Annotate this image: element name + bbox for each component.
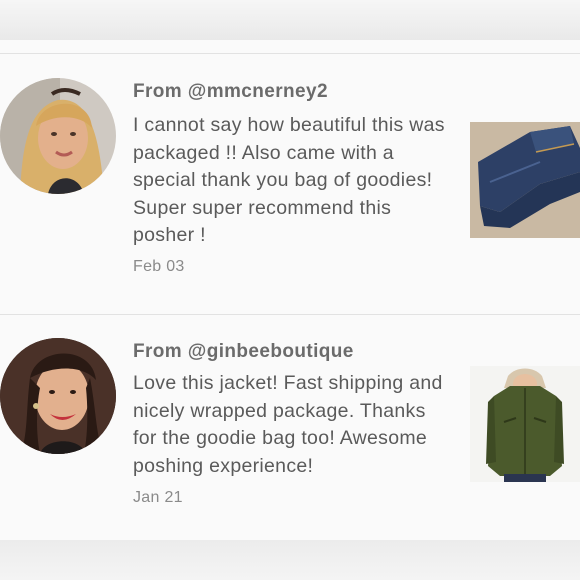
review-text: Love this jacket! Fast shipping and nice… [133, 372, 443, 477]
reviewer-avatar[interactable] [0, 78, 116, 194]
divider [0, 314, 580, 315]
reviewer-handle[interactable]: From @mmcnerney2 [133, 81, 328, 103]
reviews-card: From @mmcnerney2 I cannot say how beauti… [0, 40, 580, 540]
review-text: I cannot say how beautiful this was pack… [133, 114, 445, 246]
reviewer-handle[interactable]: From @ginbeeboutique [133, 341, 354, 363]
review-item: From @ginbeeboutique Love this jacket! F… [0, 338, 580, 538]
divider [0, 53, 580, 54]
product-thumbnail[interactable] [470, 366, 580, 482]
review-date: Jan 21 [133, 489, 183, 506]
review-item: From @mmcnerney2 I cannot say how beauti… [0, 78, 580, 308]
review-date: Feb 03 [133, 258, 185, 275]
bottom-background [0, 540, 580, 580]
top-background [0, 0, 580, 40]
reviewer-avatar[interactable] [0, 338, 116, 454]
product-thumbnail[interactable] [470, 122, 580, 238]
